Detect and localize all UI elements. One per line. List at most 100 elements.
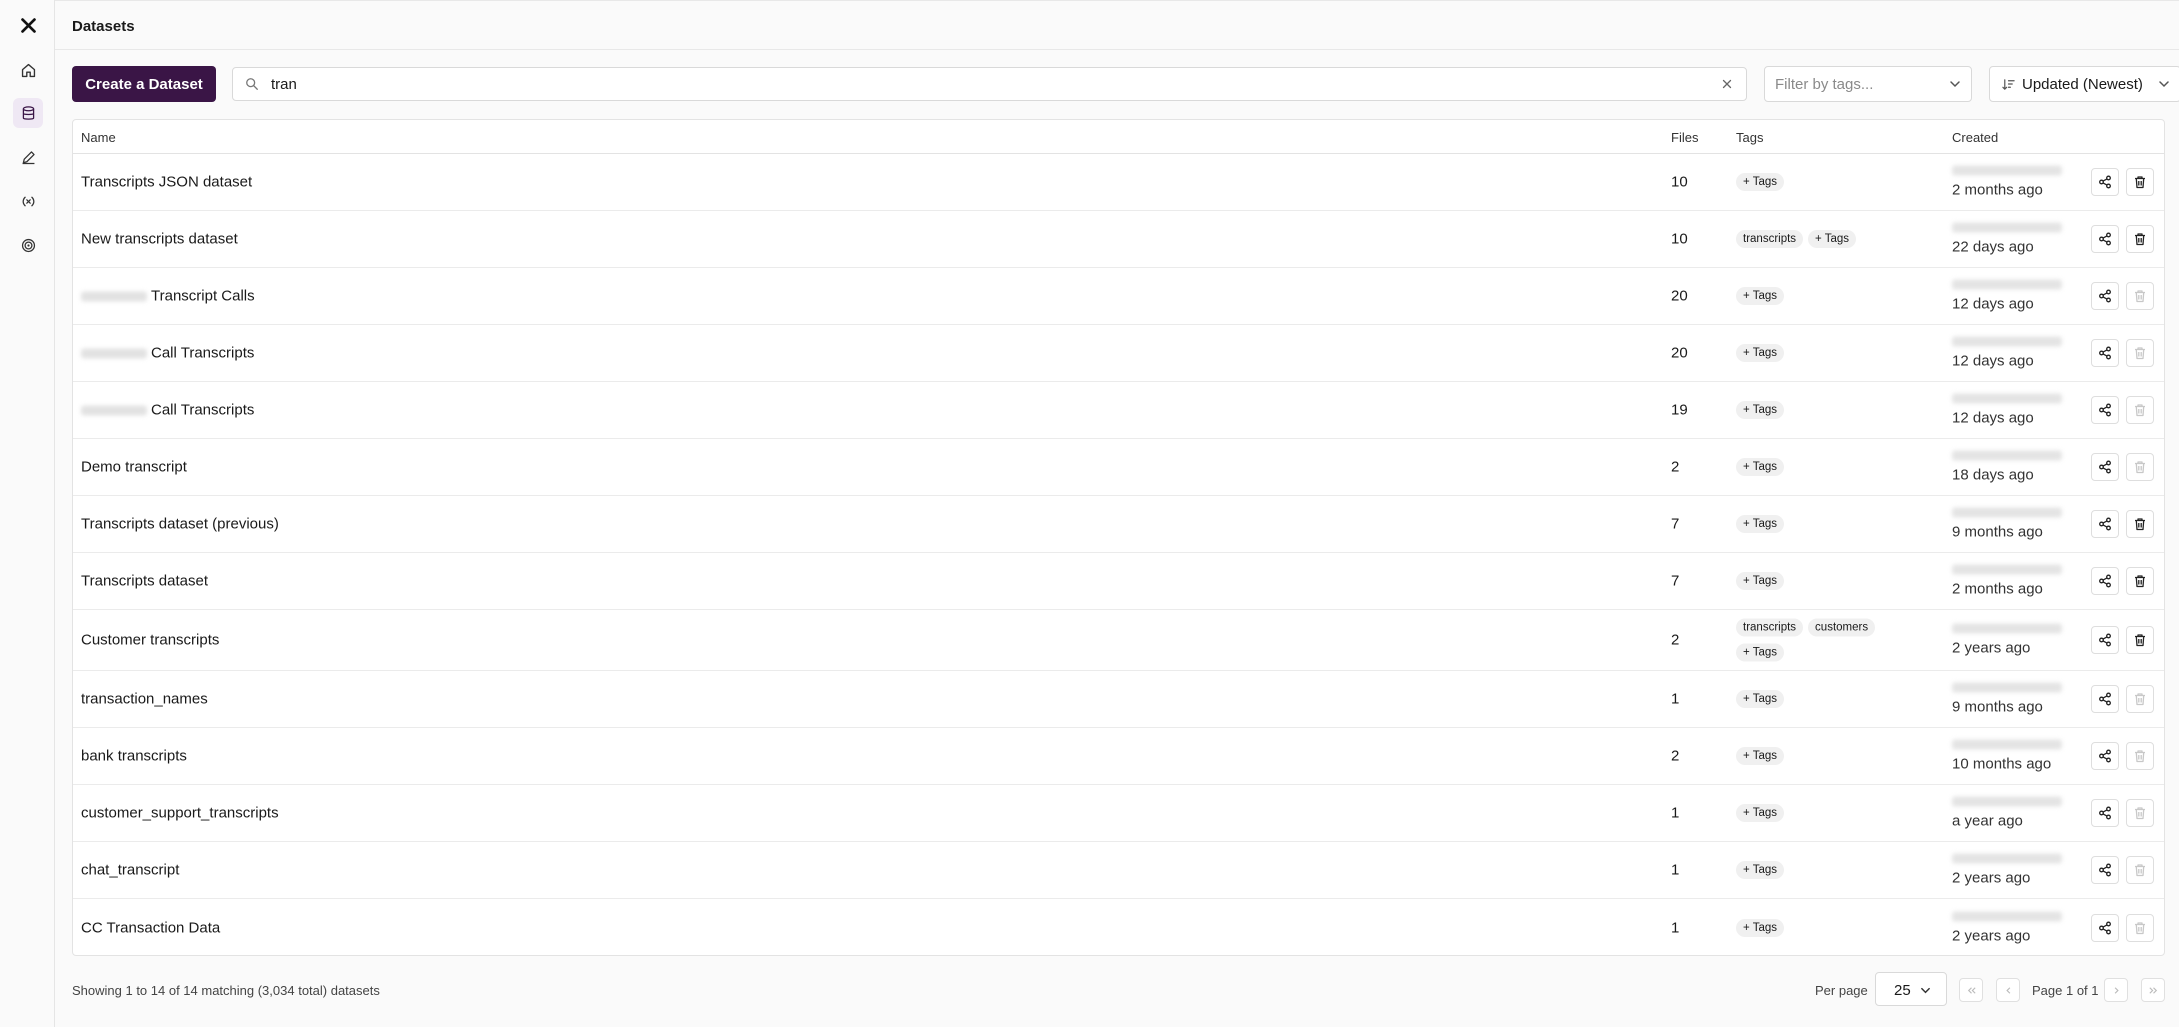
dataset-name[interactable]: Transcript Calls <box>81 288 255 305</box>
target-icon[interactable] <box>13 230 43 260</box>
add-tag-button[interactable]: + Tags <box>1736 515 1784 533</box>
table-row[interactable]: Call Transcripts 20 + Tags 12 days ago <box>73 325 2164 382</box>
delete-button[interactable] <box>2126 168 2154 196</box>
add-tag-button[interactable]: + Tags <box>1736 458 1784 476</box>
table-row[interactable]: bank transcripts 2 + Tags 10 months ago <box>73 728 2164 785</box>
created-cell: 2 years ago <box>1952 853 2072 887</box>
share-button[interactable] <box>2091 510 2119 538</box>
share-button[interactable] <box>2091 282 2119 310</box>
share-button[interactable] <box>2091 339 2119 367</box>
dataset-name[interactable]: Transcripts JSON dataset <box>81 174 252 191</box>
share-button[interactable] <box>2091 799 2119 827</box>
column-header-created[interactable]: Created <box>1952 130 1998 145</box>
add-tag-button[interactable]: + Tags <box>1736 804 1784 822</box>
column-header-tags[interactable]: Tags <box>1736 130 1763 145</box>
table-row[interactable]: Transcript Calls 20 + Tags 12 days ago <box>73 268 2164 325</box>
share-button[interactable] <box>2091 913 2119 942</box>
search-field[interactable] <box>232 67 1747 101</box>
share-button[interactable] <box>2091 685 2119 713</box>
x-logo-icon[interactable] <box>13 10 43 40</box>
search-input[interactable] <box>269 73 1669 95</box>
file-count: 1 <box>1671 919 1680 936</box>
page-title: Datasets <box>72 18 135 35</box>
trash-icon <box>2133 175 2147 189</box>
tags-cell: + Tags <box>1736 401 1926 419</box>
share-button[interactable] <box>2091 567 2119 595</box>
trash-icon <box>2133 403 2147 417</box>
share-icon <box>2098 403 2112 417</box>
delete-button[interactable] <box>2126 225 2154 253</box>
table-row[interactable]: chat_transcript 1 + Tags 2 years ago <box>73 842 2164 899</box>
delete-button[interactable] <box>2126 626 2154 654</box>
created-cell: 2 years ago <box>1952 911 2072 944</box>
table-row[interactable]: customer_support_transcripts 1 + Tags a yea… <box>73 785 2164 842</box>
dataset-name[interactable]: Call Transcripts <box>81 345 254 362</box>
tag-chip[interactable]: customers <box>1808 618 1876 637</box>
table-row[interactable]: transaction_names 1 + Tags 9 months ago <box>73 671 2164 728</box>
database-icon[interactable] <box>13 98 43 128</box>
filter-tags-select[interactable]: Filter by tags... <box>1764 66 1972 102</box>
sidebar <box>0 0 55 1027</box>
code-variable-icon[interactable] <box>13 186 43 216</box>
column-header-name[interactable]: Name <box>81 130 116 145</box>
tags-cell: + Tags <box>1736 747 1926 765</box>
dataset-name[interactable]: transaction_names <box>81 691 208 708</box>
dataset-name[interactable]: Call Transcripts <box>81 402 254 419</box>
table-row[interactable]: Demo transcript 2 + Tags 18 days ago <box>73 439 2164 496</box>
table-row[interactable]: Transcripts dataset (previous) 7 + Tags 9 m… <box>73 496 2164 553</box>
file-count: 7 <box>1671 572 1680 590</box>
add-tag-button[interactable]: + Tags <box>1736 572 1784 590</box>
add-tag-button[interactable]: + Tags <box>1808 230 1857 248</box>
previous-page-button[interactable] <box>1996 978 2020 1002</box>
add-tag-button[interactable]: + Tags <box>1736 747 1784 765</box>
home-icon[interactable] <box>13 55 43 85</box>
add-tag-button[interactable]: + Tags <box>1736 287 1784 305</box>
share-button[interactable] <box>2091 168 2119 196</box>
add-tag-button[interactable]: + Tags <box>1736 690 1784 708</box>
pencil-icon[interactable] <box>13 142 43 172</box>
tag-chip[interactable]: transcripts <box>1736 230 1804 248</box>
dataset-name[interactable]: Demo transcript <box>81 459 187 476</box>
created-cell: 2 years ago <box>1952 623 2072 657</box>
per-page-select[interactable]: 25 <box>1875 972 1947 1006</box>
table-row[interactable]: New transcripts dataset 10 transcripts + Ta… <box>73 211 2164 268</box>
share-button[interactable] <box>2091 453 2119 481</box>
share-button[interactable] <box>2091 856 2119 884</box>
dataset-name[interactable]: Transcripts dataset <box>81 573 208 590</box>
add-tag-button[interactable]: + Tags <box>1736 173 1784 191</box>
dataset-name[interactable]: CC Transaction Data <box>81 919 220 936</box>
share-button[interactable] <box>2091 396 2119 424</box>
table-row[interactable]: Call Transcripts 19 + Tags 12 days ago <box>73 382 2164 439</box>
next-page-button[interactable] <box>2104 978 2128 1002</box>
results-summary: Showing 1 to 14 of 14 matching (3,034 to… <box>72 983 380 998</box>
dataset-name[interactable]: Customer transcripts <box>81 632 219 649</box>
tag-chip[interactable]: transcripts <box>1736 618 1804 637</box>
add-tag-button[interactable]: + Tags <box>1736 918 1784 937</box>
dataset-name[interactable]: bank transcripts <box>81 748 187 765</box>
add-tag-button[interactable]: + Tags <box>1736 344 1784 362</box>
table-row[interactable]: CC Transaction Data 1 + Tags 2 years ago <box>73 899 2164 956</box>
add-tag-button[interactable]: + Tags <box>1736 401 1784 419</box>
share-button[interactable] <box>2091 626 2119 654</box>
add-tag-button[interactable]: + Tags <box>1736 861 1784 879</box>
dataset-name[interactable]: Transcripts dataset (previous) <box>81 516 279 533</box>
create-dataset-button[interactable]: Create a Dataset <box>72 66 216 102</box>
first-page-button[interactable] <box>1959 978 1983 1002</box>
sort-select[interactable]: Updated (Newest) <box>1989 66 2179 102</box>
share-button[interactable] <box>2091 742 2119 770</box>
dataset-name[interactable]: customer_support_transcripts <box>81 805 279 822</box>
clear-search-icon[interactable] <box>1720 77 1734 91</box>
tags-cell: + Tags <box>1736 515 1926 533</box>
dataset-name[interactable]: chat_transcript <box>81 862 179 879</box>
chevron-right-icon <box>2114 986 2119 994</box>
last-page-button[interactable] <box>2141 978 2165 1002</box>
share-button[interactable] <box>2091 225 2119 253</box>
table-row[interactable]: Customer transcripts 2 transcripts customer… <box>73 610 2164 671</box>
dataset-name[interactable]: New transcripts dataset <box>81 231 238 248</box>
table-row[interactable]: Transcripts dataset 7 + Tags 2 months ago <box>73 553 2164 610</box>
delete-button[interactable] <box>2126 567 2154 595</box>
column-header-files[interactable]: Files <box>1671 130 1698 145</box>
table-row[interactable]: Transcripts JSON dataset 10 + Tags 2 months… <box>73 154 2164 211</box>
delete-button[interactable] <box>2126 510 2154 538</box>
add-tag-button[interactable]: + Tags <box>1736 643 1784 662</box>
